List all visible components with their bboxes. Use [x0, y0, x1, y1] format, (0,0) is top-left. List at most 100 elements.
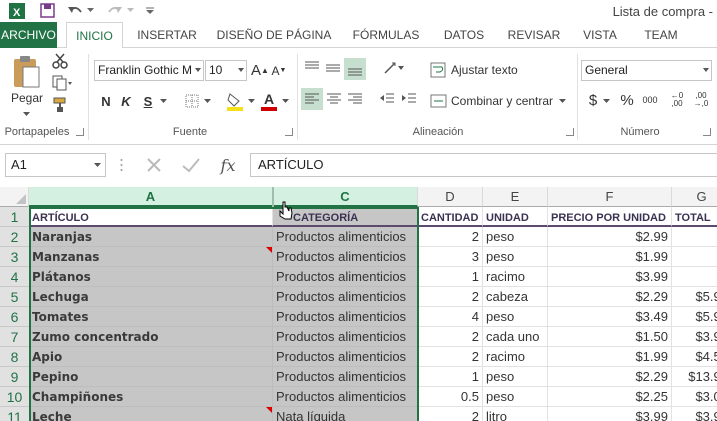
- insert-function-button[interactable]: fx: [214, 153, 242, 177]
- fill-color-icon[interactable]: [225, 90, 245, 112]
- align-bottom-icon[interactable]: [344, 58, 366, 80]
- table-cell[interactable]: $2.99: [548, 227, 672, 247]
- table-cell[interactable]: Manzanas: [29, 247, 273, 267]
- table-cell[interactable]: racimo: [483, 267, 548, 287]
- select-all-corner[interactable]: [0, 187, 29, 207]
- font-color-dropdown-icon[interactable]: [280, 96, 290, 106]
- table-cell[interactable]: 2: [418, 227, 483, 247]
- row-header-10[interactable]: 10: [0, 387, 29, 407]
- table-cell[interactable]: $3.99: [672, 327, 717, 347]
- table-cell[interactable]: peso: [483, 227, 548, 247]
- font-launcher-icon[interactable]: [285, 128, 293, 136]
- table-cell[interactable]: Champiñones: [29, 387, 273, 407]
- row-header-9[interactable]: 9: [0, 367, 29, 387]
- table-cell[interactable]: peso: [483, 307, 548, 327]
- table-cell[interactable]: racimo: [483, 347, 548, 367]
- row-header-6[interactable]: 6: [0, 307, 29, 327]
- table-cell[interactable]: peso: [483, 247, 548, 267]
- table-cell[interactable]: [672, 267, 717, 287]
- align-left-icon[interactable]: [301, 88, 323, 110]
- table-cell[interactable]: 0.5: [418, 387, 483, 407]
- table-cell[interactable]: peso: [483, 387, 548, 407]
- table-cell[interactable]: 2: [418, 347, 483, 367]
- table-cell[interactable]: $3.00: [672, 387, 717, 407]
- cut-icon[interactable]: [50, 52, 70, 70]
- table-cell[interactable]: $5.97: [672, 307, 717, 327]
- tab-revisar[interactable]: REVISAR: [503, 22, 565, 48]
- formula-input[interactable]: ARTÍCULO: [250, 153, 717, 177]
- wrap-text-button[interactable]: Ajustar texto: [430, 60, 520, 80]
- name-box[interactable]: A1: [5, 153, 106, 177]
- redo-dropdown-icon[interactable]: [126, 2, 134, 19]
- align-right-icon[interactable]: [345, 89, 365, 109]
- table-cell[interactable]: $3.98: [672, 407, 717, 421]
- table-cell[interactable]: Naranjas: [29, 227, 273, 247]
- thousands-separator-button[interactable]: 000: [640, 90, 660, 110]
- align-center-icon[interactable]: [324, 89, 344, 109]
- table-cell[interactable]: $2.25: [548, 387, 672, 407]
- undo-dropdown-icon[interactable]: [86, 2, 94, 19]
- increase-indent-icon[interactable]: [399, 89, 419, 109]
- tab-insertar[interactable]: INSERTAR: [131, 22, 203, 48]
- table-cell[interactable]: Plátanos: [29, 267, 273, 287]
- comment-indicator-icon[interactable]: [266, 407, 272, 413]
- header-cell[interactable]: UNIDAD: [483, 207, 548, 227]
- bold-button[interactable]: N: [98, 92, 114, 110]
- table-cell[interactable]: Productos alimenticios: [273, 347, 418, 367]
- column-header-f[interactable]: F: [548, 187, 672, 207]
- table-cell[interactable]: Productos alimenticios: [273, 307, 418, 327]
- row-header-8[interactable]: 8: [0, 347, 29, 367]
- table-cell[interactable]: 1: [418, 367, 483, 387]
- row-header-2[interactable]: 2: [0, 227, 29, 247]
- tab-archivo[interactable]: ARCHIVO: [0, 22, 57, 48]
- table-cell[interactable]: Lechuga: [29, 287, 273, 307]
- merge-center-button[interactable]: Combinar y centrar: [430, 91, 570, 111]
- increase-decimal-button[interactable]: ←0 ,00: [667, 90, 687, 110]
- table-cell[interactable]: Pepino: [29, 367, 273, 387]
- grow-font-button[interactable]: A ▲: [251, 60, 269, 81]
- table-cell[interactable]: litro: [483, 407, 548, 421]
- row-header-7[interactable]: 7: [0, 327, 29, 347]
- table-cell[interactable]: Productos alimenticios: [273, 267, 418, 287]
- font-family-select[interactable]: Franklin Gothic M: [94, 60, 204, 81]
- table-cell[interactable]: $1.99: [548, 247, 672, 267]
- format-painter-icon[interactable]: [50, 96, 70, 114]
- tab-inicio[interactable]: INICIO: [66, 22, 123, 49]
- table-cell[interactable]: peso: [483, 367, 548, 387]
- paste-dropdown-icon[interactable]: [14, 108, 38, 120]
- table-cell[interactable]: 2: [418, 327, 483, 347]
- formula-bar-grip-icon[interactable]: [118, 155, 124, 175]
- orientation-icon[interactable]: [380, 58, 406, 78]
- table-cell[interactable]: cada uno: [483, 327, 548, 347]
- confirm-entry-icon[interactable]: [178, 153, 204, 177]
- excel-logo-icon[interactable]: X: [8, 2, 26, 19]
- table-cell[interactable]: $1.99: [548, 347, 672, 367]
- customize-qat-icon[interactable]: [144, 2, 156, 19]
- undo-icon[interactable]: [66, 2, 84, 19]
- borders-icon[interactable]: [183, 92, 201, 110]
- table-cell[interactable]: $3.99: [548, 267, 672, 287]
- table-cell[interactable]: Productos alimenticios: [273, 247, 418, 267]
- worksheet-grid[interactable]: ACDEFG 1 2 3 4 5 6 7 8 9 10 11 ARTÍCULO CATEGORÍA CA…: [0, 187, 717, 421]
- table-cell[interactable]: 3: [418, 247, 483, 267]
- table-cell[interactable]: [672, 247, 717, 267]
- header-cell[interactable]: ARTÍCULO: [29, 207, 273, 227]
- copy-icon[interactable]: [50, 74, 74, 92]
- redo-icon[interactable]: [106, 2, 124, 19]
- table-cell[interactable]: Tomates: [29, 307, 273, 327]
- underline-dropdown-icon[interactable]: [158, 96, 168, 106]
- table-cell[interactable]: Productos alimenticios: [273, 367, 418, 387]
- table-cell[interactable]: $2.29: [548, 287, 672, 307]
- decrease-indent-icon[interactable]: [377, 89, 397, 109]
- table-cell[interactable]: cabeza: [483, 287, 548, 307]
- tab-diseno-pagina[interactable]: DISEÑO DE PÁGINA: [214, 22, 334, 48]
- currency-dropdown-icon[interactable]: [602, 96, 610, 106]
- table-cell[interactable]: Nata líquida: [273, 407, 418, 421]
- column-header-a[interactable]: A: [29, 187, 273, 207]
- save-icon[interactable]: [38, 2, 56, 19]
- paste-button-label[interactable]: Pegar: [8, 90, 46, 106]
- font-color-button[interactable]: A: [259, 90, 279, 112]
- row-header-4[interactable]: 4: [0, 267, 29, 287]
- row-header-1[interactable]: 1: [0, 207, 29, 227]
- percent-button[interactable]: %: [618, 90, 636, 110]
